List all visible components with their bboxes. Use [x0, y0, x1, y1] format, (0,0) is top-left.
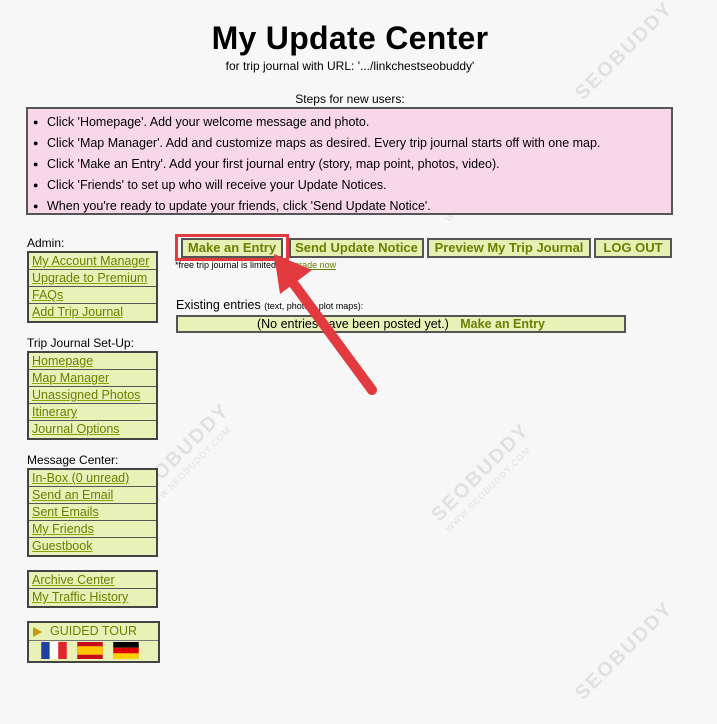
- setup-menu: Homepage Map Manager Unassigned Photos I…: [27, 351, 158, 440]
- preview-journal-button[interactable]: Preview My Trip Journal: [427, 238, 591, 258]
- bullet-icon: ●: [33, 117, 39, 127]
- step-item: ● Click 'Map Manager'. Add and customize …: [32, 133, 671, 154]
- steps-heading: Steps for new users:: [295, 92, 405, 106]
- sidebar-item-itinerary[interactable]: Itinerary: [29, 404, 156, 421]
- sidebar-item-homepage[interactable]: Homepage: [29, 353, 156, 370]
- sidebar-item-send-email[interactable]: Send an Email: [29, 487, 156, 504]
- guided-tour-box: GUIDED TOUR: [27, 621, 160, 663]
- sidebar-item-map-manager[interactable]: Map Manager: [29, 370, 156, 387]
- message-menu: In-Box (0 unread) Send an Email Sent Ema…: [27, 468, 158, 557]
- bullet-icon: ●: [33, 201, 39, 211]
- step-item: ● Click 'Friends' to set up who will rece…: [32, 175, 671, 196]
- archive-menu: Archive Center My Traffic History: [27, 570, 158, 608]
- sidebar-item-sent-emails[interactable]: Sent Emails: [29, 504, 156, 521]
- entries-row: (No entries have been posted yet.) Make …: [176, 315, 626, 333]
- sidebar-item-account-manager[interactable]: My Account Manager: [29, 253, 156, 270]
- logout-button[interactable]: LOG OUT: [594, 238, 672, 258]
- bullet-icon: ●: [33, 159, 39, 169]
- sidebar-item-traffic-history[interactable]: My Traffic History: [29, 589, 156, 606]
- flag-germany-icon[interactable]: [113, 642, 139, 659]
- step-item: ● When you're ready to update your friend…: [32, 196, 671, 217]
- bullet-icon: ●: [33, 138, 39, 148]
- flag-spain-icon[interactable]: [77, 642, 103, 659]
- make-entry-link[interactable]: Make an Entry: [460, 317, 545, 331]
- sidebar-item-inbox[interactable]: In-Box (0 unread): [29, 470, 156, 487]
- sidebar-item-faqs[interactable]: FAQs: [29, 287, 156, 304]
- bullet-icon: ●: [33, 180, 39, 190]
- sidebar-item-my-friends[interactable]: My Friends: [29, 521, 156, 538]
- watermark: SEOBUDDY: [570, 597, 678, 705]
- sidebar-item-upgrade[interactable]: Upgrade to Premium: [29, 270, 156, 287]
- sidebar-item-journal-options[interactable]: Journal Options: [29, 421, 156, 438]
- sidebar-item-add-trip-journal[interactable]: Add Trip Journal: [29, 304, 156, 321]
- sidebar-item-archive-center[interactable]: Archive Center: [29, 572, 156, 589]
- watermark: SEOBUDDYWWW.SEOBUDDY.COM: [427, 419, 535, 534]
- admin-label: Admin:: [27, 236, 65, 250]
- page-subtitle: for trip journal with URL: '.../linkches…: [225, 59, 475, 73]
- guided-tour-link[interactable]: GUIDED TOUR: [29, 623, 158, 641]
- annotation-arrow: [274, 254, 377, 395]
- sidebar-item-guestbook[interactable]: Guestbook: [29, 538, 156, 555]
- admin-menu: My Account Manager Upgrade to Premium FA…: [27, 251, 158, 323]
- page-title: My Update Center: [211, 20, 489, 56]
- step-item: ● Click 'Make an Entry'. Add your first j…: [32, 154, 671, 175]
- sidebar-item-unassigned-photos[interactable]: Unassigned Photos: [29, 387, 156, 404]
- play-icon: [33, 626, 42, 637]
- message-center-label: Message Center:: [27, 453, 119, 467]
- flag-france-icon[interactable]: [41, 642, 67, 659]
- step-item: ● Click 'Homepage'. Add your welcome mess…: [32, 112, 671, 133]
- steps-box: ● Click 'Homepage'. Add your welcome mess…: [26, 107, 673, 215]
- setup-label: Trip Journal Set-Up:: [27, 336, 134, 350]
